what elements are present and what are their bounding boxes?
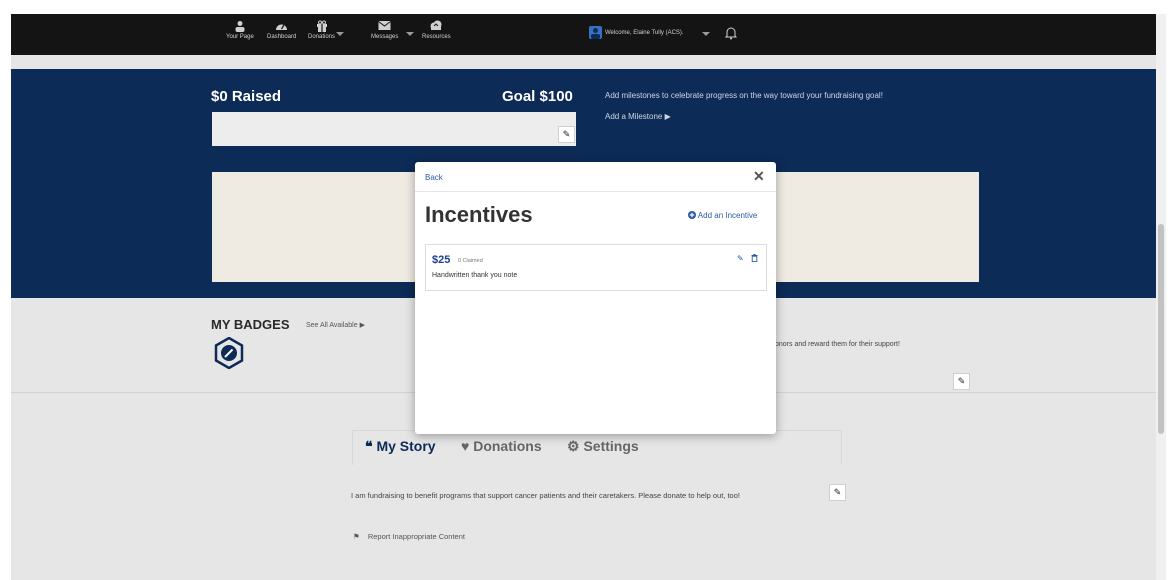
modal-title: Incentives [425, 202, 533, 227]
tab-settings[interactable]: ⚙ Settings [567, 438, 639, 455]
browser-page: Your Page Dashboard Donations Messages R… [11, 14, 1166, 580]
see-all-badges-link[interactable]: See All Available ▶ [306, 321, 365, 329]
nav-messages[interactable]: Messages [371, 20, 398, 40]
milestone-description: Add milestones to celebrate progress on … [605, 91, 883, 100]
tab-label: My Story [376, 438, 436, 454]
welcome-text[interactable]: Welcome, Elaine Tully (ACS). [605, 30, 684, 36]
amount-raised: $0 Raised [211, 88, 282, 105]
flag-icon: ⚑ [353, 532, 360, 541]
badge-pencil-icon[interactable] [214, 336, 244, 370]
cloud-icon [422, 20, 451, 34]
incentive-amount: $25 [432, 254, 451, 266]
add-incentive-link[interactable]: Add an Incentive [688, 211, 757, 220]
scrollbar-thumb[interactable] [1158, 224, 1164, 434]
nav-resources[interactable]: Resources [422, 20, 451, 40]
back-link[interactable]: Back [425, 173, 443, 182]
nav-label: Dashboard [267, 34, 297, 40]
incentives-modal: Back ✕ Incentives Add an Incentive $25 0… [415, 162, 776, 434]
gear-icon: ⚙ [567, 438, 580, 454]
report-label: Report Inappropriate Content [367, 532, 465, 541]
quote-icon: ❝ [365, 438, 373, 454]
story-text: I am fundraising to benefit programs tha… [351, 491, 740, 500]
nav-donations[interactable]: Donations [308, 20, 335, 40]
gift-icon [308, 20, 335, 34]
tab-donations[interactable]: ♥ Donations [461, 438, 542, 454]
badge-reward-text: onors and reward them for their support! [775, 341, 900, 348]
report-content-link[interactable]: ⚑ Report Inappropriate Content [353, 532, 465, 541]
badges-title: MY BADGES [211, 317, 290, 332]
plus-circle-icon [688, 211, 698, 220]
chevron-down-icon[interactable] [336, 32, 344, 36]
nav-label: Donations [308, 34, 336, 40]
tab-my-story[interactable]: ❝ My Story [365, 438, 436, 455]
top-navigation-bar: Your Page Dashboard Donations Messages R… [11, 14, 1166, 55]
bell-icon[interactable] [724, 26, 738, 45]
incentive-description: Handwritten thank you note [432, 272, 518, 279]
nav-label: Messages [371, 34, 399, 40]
dashboard-icon [267, 20, 296, 34]
envelope-icon [371, 20, 398, 34]
nav-label: Resources [422, 34, 451, 40]
close-icon[interactable]: ✕ [753, 168, 765, 185]
incentive-claimed: 0 Claimed [458, 258, 483, 264]
tab-label: Settings [583, 438, 639, 454]
edit-story-button[interactable]: ✎ [829, 484, 846, 501]
nav-dashboard[interactable]: Dashboard [267, 20, 296, 40]
progress-bar [212, 112, 576, 146]
chevron-down-icon[interactable] [702, 32, 710, 36]
edit-goal-button[interactable]: ✎ [558, 126, 575, 143]
chevron-down-icon[interactable] [406, 32, 414, 36]
nav-label: Your Page [226, 34, 254, 40]
modal-header-divider [415, 191, 776, 192]
avatar[interactable] [589, 26, 602, 39]
tab-label: Donations [473, 438, 542, 454]
goal-amount: Goal $100 [502, 88, 573, 105]
nav-your-page[interactable]: Your Page [226, 20, 254, 40]
add-incentive-label: Add an Incentive [697, 211, 758, 220]
trash-icon[interactable] [751, 254, 758, 264]
edit-pencil-icon[interactable]: ✎ [737, 254, 744, 263]
heart-icon: ♥ [461, 438, 470, 454]
add-milestone-link[interactable]: Add a Milestone ▶ [605, 112, 671, 121]
edit-badges-button[interactable]: ✎ [953, 373, 970, 390]
incentive-card: $25 0 Claimed Handwritten thank you note… [425, 244, 767, 291]
user-icon [226, 20, 254, 34]
